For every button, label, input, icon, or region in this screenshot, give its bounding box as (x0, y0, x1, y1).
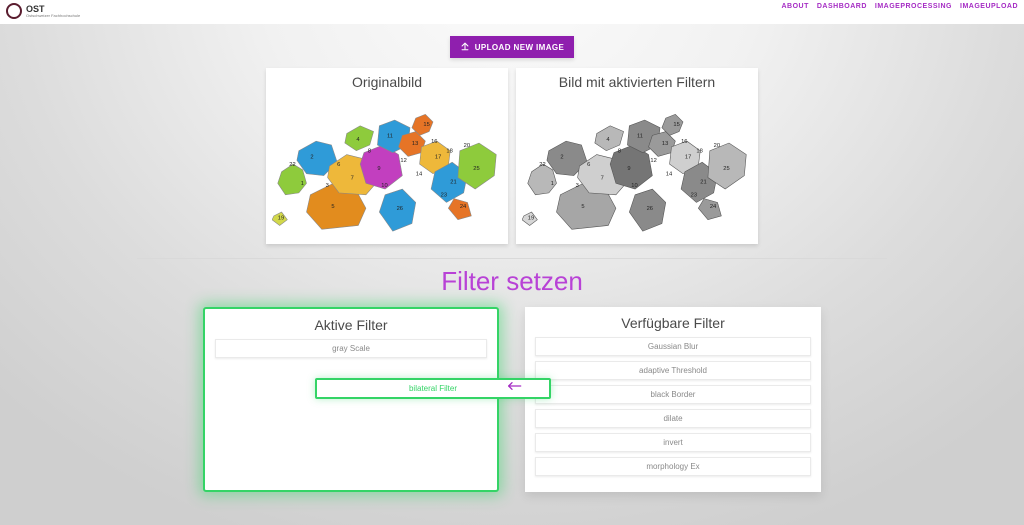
ost-logo-icon (6, 3, 22, 19)
svg-text:12: 12 (400, 158, 406, 164)
svg-text:10: 10 (631, 183, 637, 189)
svg-text:17: 17 (435, 154, 441, 160)
upload-new-image-button[interactable]: UPLOAD NEW IMAGE (450, 36, 575, 58)
svg-text:8: 8 (368, 149, 371, 155)
svg-text:24: 24 (460, 204, 467, 210)
section-divider (137, 258, 887, 259)
svg-text:5: 5 (581, 204, 584, 210)
nav-dashboard[interactable]: DASHBOARD (817, 3, 867, 10)
svg-text:18: 18 (696, 149, 702, 155)
svg-text:13: 13 (662, 141, 668, 147)
svg-text:10: 10 (381, 183, 387, 189)
svg-text:1: 1 (551, 181, 554, 187)
svg-text:1: 1 (301, 181, 304, 187)
svg-text:23: 23 (691, 193, 697, 199)
svg-text:25: 25 (473, 166, 479, 172)
top-nav: ABOUT DASHBOARD IMAGEPROCESSING IMAGEUPL… (781, 3, 1018, 10)
available-filter-chip[interactable]: invert (535, 433, 811, 452)
available-filters-title: Verfügbare Filter (621, 315, 725, 331)
svg-text:20: 20 (464, 143, 470, 149)
available-filters-panel[interactable]: Verfügbare Filter Gaussian Blur adaptive… (525, 307, 821, 492)
svg-text:7: 7 (601, 175, 604, 181)
nav-about[interactable]: ABOUT (781, 3, 808, 10)
svg-text:23: 23 (441, 193, 447, 199)
svg-text:6: 6 (587, 162, 590, 168)
svg-text:21: 21 (700, 179, 706, 185)
upload-label: UPLOAD NEW IMAGE (475, 43, 565, 52)
svg-text:19: 19 (528, 216, 534, 222)
filtered-image-card: Bild mit aktivierten Filtern (516, 68, 758, 244)
svg-text:22: 22 (289, 162, 295, 168)
svg-text:16: 16 (431, 139, 437, 145)
svg-text:19: 19 (278, 216, 284, 222)
nav-imageprocessing[interactable]: IMAGEPROCESSING (875, 3, 952, 10)
available-filter-chip[interactable]: black Border (535, 385, 811, 404)
original-image-card: Originalbild (266, 68, 508, 244)
svg-text:25: 25 (723, 166, 729, 172)
available-filter-chip[interactable]: adaptive Threshold (535, 361, 811, 380)
active-filters-title: Aktive Filter (314, 317, 387, 333)
filtered-map: 22 2 5 7 9 11 13 15 17 21 25 24 26 19 (516, 92, 758, 244)
svg-text:9: 9 (377, 166, 380, 172)
svg-text:15: 15 (673, 122, 679, 128)
nav-imageupload[interactable]: IMAGEUPLOAD (960, 3, 1018, 10)
available-filter-chip[interactable]: dilate (535, 409, 811, 428)
main-stage: UPLOAD NEW IMAGE Originalbild (0, 24, 1024, 525)
svg-text:13: 13 (412, 141, 418, 147)
svg-text:8: 8 (618, 149, 621, 155)
available-filter-chip[interactable]: morphology Ex (535, 457, 811, 476)
original-card-title: Originalbild (352, 74, 422, 90)
svg-text:14: 14 (416, 172, 423, 178)
filter-panels: Aktive Filter gray Scale Verfügbare Filt… (203, 307, 821, 492)
svg-text:16: 16 (681, 139, 687, 145)
svg-text:5: 5 (331, 204, 334, 210)
active-filter-chip[interactable]: gray Scale (215, 339, 487, 358)
svg-text:7: 7 (351, 175, 354, 181)
svg-text:14: 14 (666, 172, 673, 178)
filtered-card-title: Bild mit aktivierten Filtern (559, 74, 715, 90)
brand-subtitle: Ostschweizer Fachhochschule (26, 14, 80, 18)
svg-text:2: 2 (560, 154, 563, 160)
image-cards-row: Originalbild (266, 68, 758, 244)
svg-text:11: 11 (637, 133, 643, 139)
svg-text:20: 20 (714, 143, 720, 149)
original-map: 22 2 5 7 9 11 13 15 17 21 25 24 26 19 (266, 92, 508, 244)
dragging-filter-chip[interactable]: bilateral Filter (315, 378, 551, 399)
svg-text:15: 15 (423, 122, 429, 128)
svg-text:6: 6 (337, 162, 340, 168)
header-bar: OST Ostschweizer Fachhochschule ABOUT DA… (0, 0, 1024, 24)
svg-text:12: 12 (650, 158, 656, 164)
active-filters-panel[interactable]: Aktive Filter gray Scale (203, 307, 499, 492)
svg-text:2: 2 (310, 154, 313, 160)
svg-text:11: 11 (387, 133, 393, 139)
filter-section-heading: Filter setzen (441, 266, 583, 297)
available-filter-chip[interactable]: Gaussian Blur (535, 337, 811, 356)
svg-text:22: 22 (539, 162, 545, 168)
upload-icon (460, 41, 470, 53)
svg-text:3: 3 (576, 183, 579, 189)
brand[interactable]: OST Ostschweizer Fachhochschule (6, 3, 80, 19)
svg-text:3: 3 (326, 183, 329, 189)
svg-text:17: 17 (685, 154, 691, 160)
svg-text:26: 26 (647, 206, 653, 212)
svg-text:24: 24 (710, 204, 717, 210)
svg-text:9: 9 (627, 166, 630, 172)
svg-text:26: 26 (397, 206, 403, 212)
svg-text:18: 18 (446, 149, 452, 155)
svg-text:21: 21 (450, 179, 456, 185)
